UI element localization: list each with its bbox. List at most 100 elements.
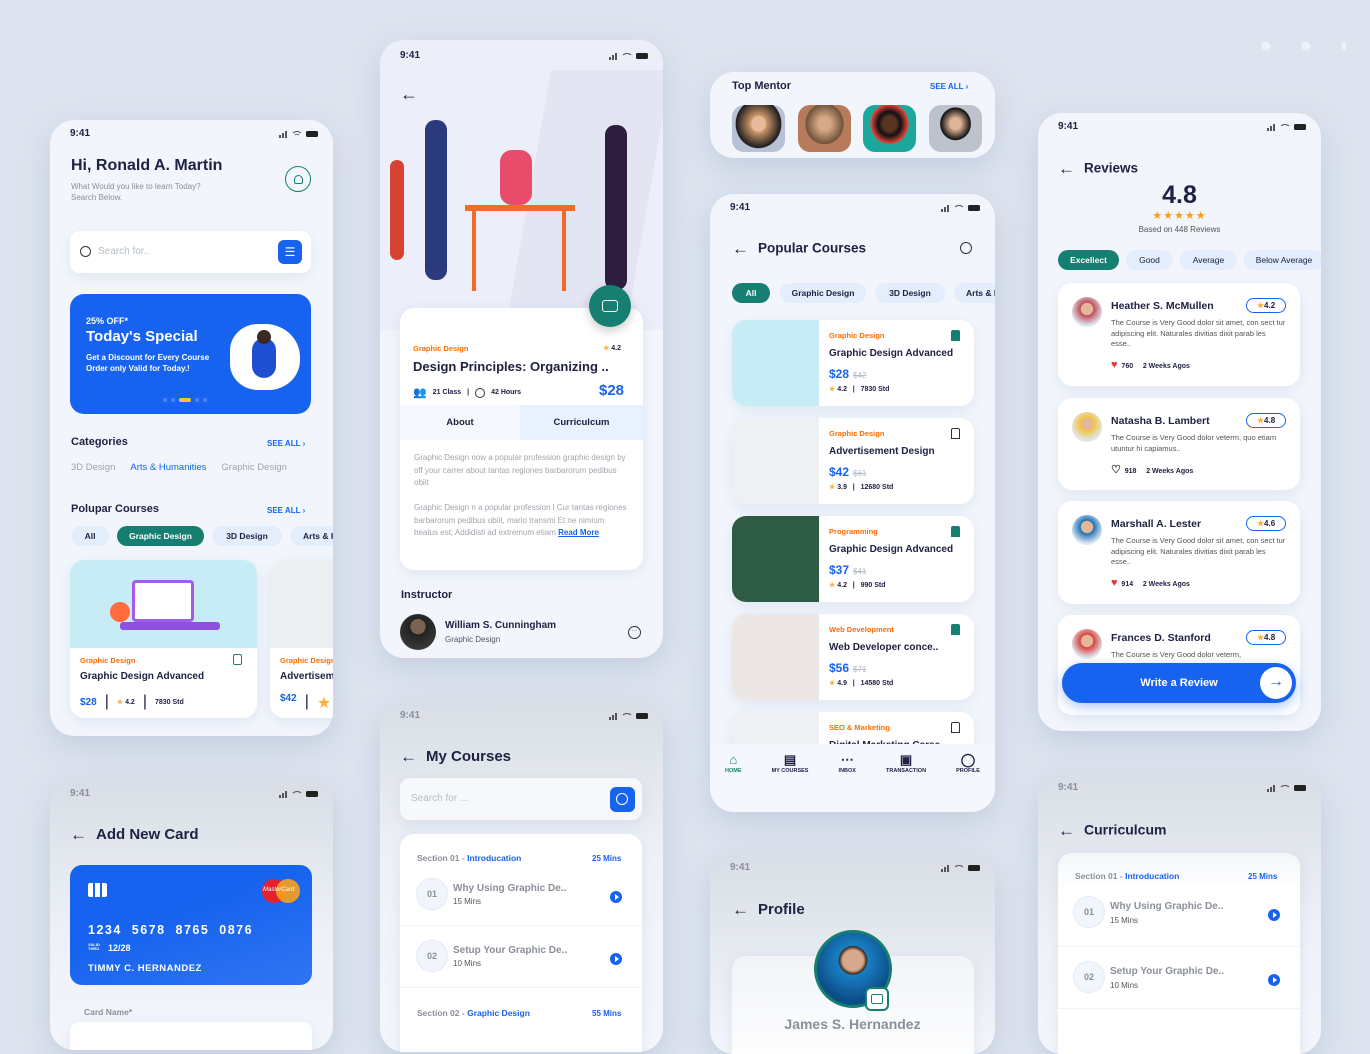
nav-profile[interactable]: ◯ PROFILE [956, 752, 980, 774]
lesson-row[interactable]: 02 Setup Your Graphic De.. 10 Mins [400, 926, 642, 988]
bookmark-icon[interactable] [951, 624, 960, 635]
back-arrow-icon[interactable]: ← [1058, 159, 1076, 179]
rating-value: 4.8 [1264, 416, 1276, 425]
card-name-input[interactable] [70, 1022, 312, 1050]
nav-inbox[interactable]: ⋯ INBOX [839, 752, 856, 774]
play-icon[interactable] [610, 953, 622, 965]
course-title: Web Developer conce.. [829, 642, 939, 653]
course-card[interactable]: Graphic Design Graphic Design Advanced $… [732, 320, 974, 406]
mentor-avatar[interactable] [798, 105, 851, 152]
back-arrow-icon[interactable]: ← [70, 825, 88, 845]
chip-3d-design[interactable]: 3D Design [875, 283, 945, 303]
back-arrow-icon[interactable]: ← [732, 239, 750, 259]
back-arrow-icon[interactable]: ← [400, 747, 418, 767]
course-card[interactable]: Graphic Design Advertisement Design $42|… [270, 560, 333, 718]
course-title: Graphic Design Advanced [829, 348, 954, 359]
lesson-duration: 15 Mins [1110, 916, 1139, 925]
play-icon[interactable] [1268, 974, 1280, 986]
search-input[interactable]: Search for ... [400, 778, 642, 820]
video-play-button[interactable] [589, 285, 631, 327]
mentor-avatar[interactable] [863, 105, 916, 152]
tab-about[interactable]: About [400, 405, 520, 440]
read-more-link[interactable]: Read More [558, 528, 599, 537]
nav-icon: ⋯ [840, 752, 854, 767]
categories-see-all[interactable]: SEE ALL › [267, 439, 305, 448]
bookmark-icon[interactable] [233, 654, 242, 665]
play-icon[interactable] [1268, 909, 1280, 921]
mastercard-logo: MasterCard [262, 879, 300, 903]
course-students: 7830 Std [154, 698, 184, 706]
back-arrow-icon[interactable]: ← [400, 84, 418, 105]
nav-icon: ⌂ [729, 752, 738, 767]
filter-excellent[interactable]: Excellect [1058, 250, 1119, 270]
course-card[interactable]: Programming Graphic Design Advanced $37 $… [732, 516, 974, 602]
filter-average[interactable]: Average [1180, 250, 1237, 270]
write-review-button[interactable]: Write a Review → [1062, 663, 1296, 703]
change-photo-button[interactable] [865, 987, 889, 1011]
course-illustration [732, 418, 819, 504]
bookmark-icon[interactable] [951, 526, 960, 537]
home-screen: 9:41 Hi, Ronald A. Martin What Would you… [50, 120, 333, 736]
filter-button[interactable]: ☰ [278, 240, 302, 264]
course-card[interactable]: Graphic Design Advertisement Design $42 $… [732, 418, 974, 504]
tab-curriculum[interactable]: Curriculcum [520, 405, 643, 440]
reviewer-avatar [1072, 412, 1102, 442]
class-count: 21 Class [432, 389, 462, 396]
category-item-active[interactable]: Arts & Humanities [130, 462, 206, 473]
heart-outline-icon[interactable]: ♡ [1111, 464, 1121, 476]
mentor-see-all[interactable]: SEE ALL › [930, 82, 968, 91]
course-category: Graphic Design [829, 429, 885, 438]
section-duration: 25 Mins [1248, 872, 1278, 881]
search-icon[interactable] [960, 242, 972, 254]
instructor-heading: Instructor [401, 589, 453, 601]
category-item[interactable]: 3D Design [71, 462, 115, 473]
nav-transaction[interactable]: ▣ TRANSACTION [886, 752, 926, 774]
status-time: 9:41 [400, 710, 421, 721]
bookmark-icon[interactable] [951, 722, 960, 733]
category-item[interactable]: Graphic Design [221, 462, 286, 473]
course-card[interactable]: Graphic Design Graphic Design Advanced $… [70, 560, 257, 718]
mentor-avatar[interactable] [732, 105, 785, 152]
bookmark-icon[interactable] [951, 330, 960, 341]
filter-below-average[interactable]: Below Average [1244, 250, 1321, 270]
course-card[interactable]: Web Development Web Developer conce.. $5… [732, 614, 974, 700]
popular-see-all[interactable]: SEE ALL › [267, 506, 305, 515]
mentor-avatar[interactable] [929, 105, 982, 152]
chip-all[interactable]: All [732, 283, 770, 303]
image-icon [871, 994, 883, 1004]
play-icon[interactable] [610, 891, 622, 903]
nav-home[interactable]: ⌂ HOME [725, 752, 742, 774]
notification-bell-button[interactable] [285, 166, 311, 192]
search-button[interactable] [610, 787, 635, 812]
heart-filled-icon[interactable]: ♥ [1111, 577, 1118, 589]
lesson-row[interactable]: 01 Why Using Graphic De.. 15 Mins [400, 870, 642, 926]
lesson-duration: 10 Mins [1110, 981, 1139, 990]
heart-filled-icon[interactable]: ♥ [1111, 359, 1118, 371]
back-arrow-icon[interactable]: ← [1058, 821, 1076, 841]
course-detail-screen: 9:41 ← Graphic Design ★ 4.2 Design Princ… [380, 40, 663, 658]
lesson-row[interactable]: 02 Setup Your Graphic De.. 10 Mins [1058, 947, 1300, 1009]
course-rating: 4.2 [837, 386, 847, 393]
status-time: 9:41 [730, 862, 751, 873]
top-mentor-heading: Top Mentor [732, 80, 792, 92]
chip-arts[interactable]: Arts & Humanities [290, 526, 333, 546]
nav-my-courses[interactable]: ▤ MY COURSES [772, 752, 809, 774]
chip-graphic-design[interactable]: Graphic Design [780, 283, 866, 303]
bookmark-icon[interactable] [951, 428, 960, 439]
review-rating-badge: ★4.2 [1246, 298, 1286, 313]
search-input[interactable]: Search for.. ☰ [70, 231, 311, 273]
popular-courses-screen: 9:41 ← Popular Courses All Graphic Design… [710, 194, 995, 812]
chip-arts[interactable]: Arts & Humanities [954, 283, 995, 303]
thru-label: THRU [88, 946, 100, 951]
chip-graphic-design[interactable]: Graphic Design [117, 526, 204, 546]
page-title: Reviews [1084, 160, 1139, 176]
promo-banner[interactable]: 25% OFF* Today's Special Get a Discount … [70, 294, 311, 414]
chat-icon[interactable]: ··· [628, 626, 641, 639]
chip-all[interactable]: All [71, 526, 109, 546]
course-illustration [732, 320, 819, 406]
chip-3d-design[interactable]: 3D Design [212, 526, 282, 546]
back-arrow-icon[interactable]: ← [732, 900, 750, 920]
filter-good[interactable]: Good [1126, 250, 1173, 270]
lesson-duration: 15 Mins [453, 897, 482, 906]
lesson-row[interactable]: 01 Why Using Graphic De.. 15 Mins [1058, 887, 1300, 947]
